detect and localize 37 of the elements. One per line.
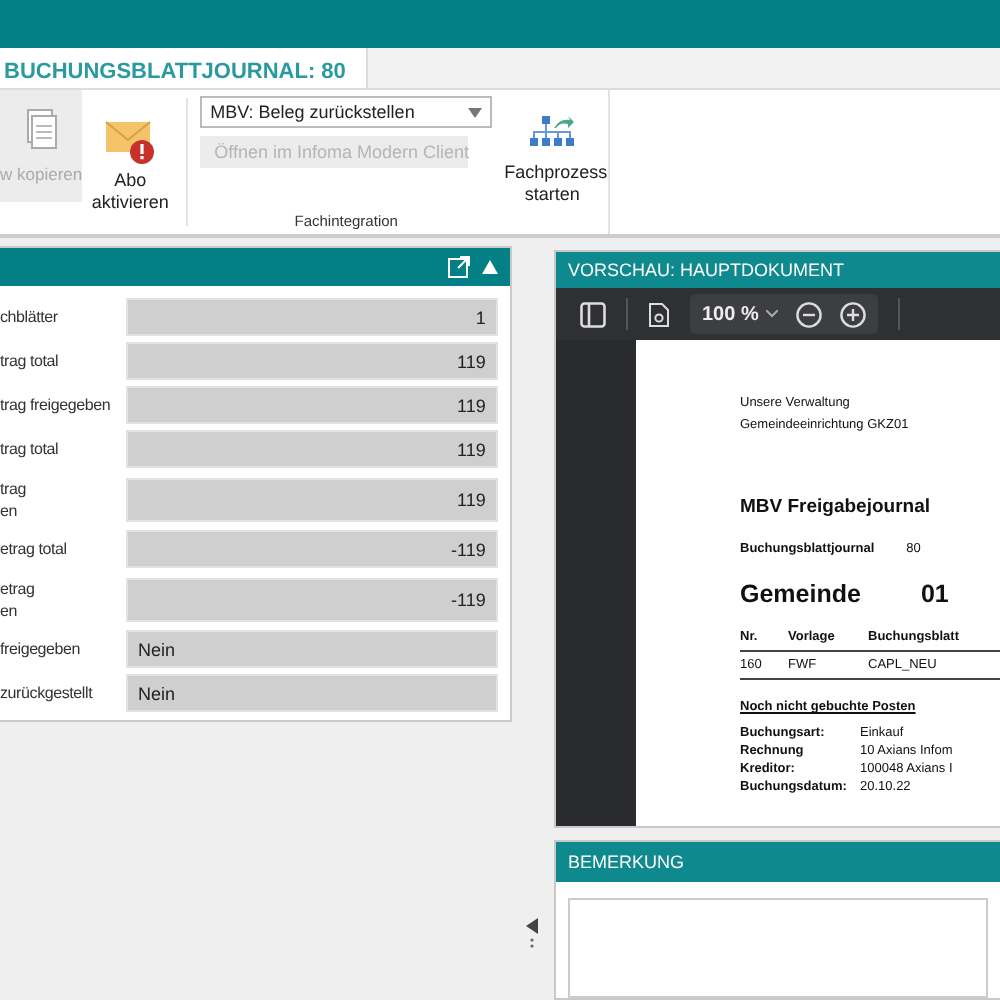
panel-title: VORSCHAU: HAUPTDOKUMENT	[568, 260, 845, 280]
remark-field[interactable]	[568, 898, 988, 998]
document-title: MBV Freigabejournal	[740, 496, 933, 518]
sidebar-toggle-icon[interactable]	[580, 301, 606, 327]
field-label: trag total	[0, 350, 61, 372]
panel-title: BEMERKUNG	[568, 852, 685, 872]
field-label: trag en	[0, 477, 28, 521]
collapse-icon[interactable]	[481, 260, 498, 274]
field-label: chblätter	[0, 306, 60, 328]
collapse-left-icon[interactable]	[526, 918, 539, 950]
zoom-in-icon[interactable]	[840, 301, 867, 327]
field-label: etrag total	[0, 538, 69, 560]
field-label: freigegeben	[0, 638, 83, 660]
value-field: 119	[126, 386, 498, 424]
caret-icon[interactable]	[468, 107, 483, 117]
zoom-out-icon[interactable]	[796, 301, 823, 327]
section-number: 01	[920, 580, 949, 608]
start-process-button[interactable]: Fachprozess starten	[496, 90, 609, 234]
value-field: Nein	[126, 630, 498, 668]
caret-icon[interactable]	[766, 310, 779, 318]
value-field: Nein	[126, 674, 498, 712]
document-settings-icon[interactable]	[648, 301, 670, 327]
value-field: 119	[126, 342, 498, 380]
value-field: 119	[126, 430, 498, 468]
field-label: trag total	[0, 438, 61, 460]
popout-icon[interactable]	[447, 256, 470, 278]
value-field: -119	[126, 530, 498, 568]
value-field: 119	[126, 477, 498, 521]
section-heading: Gemeinde	[740, 580, 861, 608]
field-label: zurückgestellt	[0, 682, 95, 704]
field-label: trag freigegeben	[0, 394, 113, 416]
action-dropdown[interactable]: MBV: Beleg zurückstellen	[200, 96, 493, 128]
documents-icon	[25, 108, 58, 152]
value-field: 1	[126, 298, 498, 336]
value-field: -119	[126, 577, 498, 621]
subscribe-button[interactable]: Abo aktivieren	[82, 90, 179, 234]
field-label: etrag en	[0, 577, 37, 621]
